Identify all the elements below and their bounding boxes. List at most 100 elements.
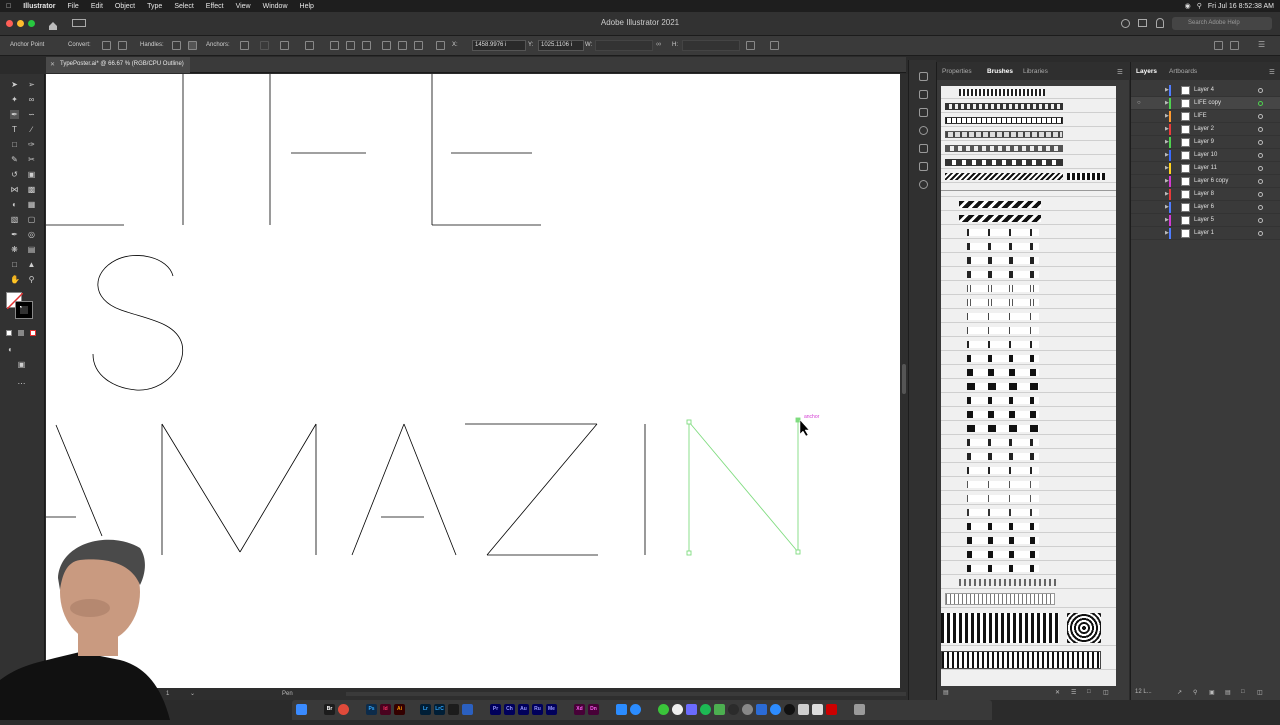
connect-anchor-icon[interactable] bbox=[260, 41, 269, 50]
photos-dock-icon[interactable] bbox=[672, 704, 683, 715]
show-handles-icon[interactable] bbox=[172, 41, 181, 50]
paintbrush-tool-icon[interactable]: ✑ bbox=[27, 140, 36, 149]
swatches-panel-icon[interactable] bbox=[919, 90, 928, 99]
menu-help[interactable]: Help bbox=[294, 3, 320, 10]
layer-row[interactable]: ▶ Layer 6 copy bbox=[1131, 175, 1280, 188]
brush-row[interactable] bbox=[941, 394, 1116, 407]
brush-row[interactable] bbox=[941, 226, 1116, 239]
trash-dock-icon[interactable] bbox=[854, 704, 865, 715]
finder-window-dock-icon[interactable] bbox=[812, 704, 823, 715]
finder-dock-icon[interactable] bbox=[296, 704, 307, 715]
layer-row[interactable]: ▶ Layer 9 bbox=[1131, 136, 1280, 149]
tab-libraries[interactable]: Libraries bbox=[1023, 68, 1048, 75]
app-store-dock-icon[interactable] bbox=[616, 704, 627, 715]
locate-object-icon[interactable]: ⚲ bbox=[1193, 689, 1197, 696]
brush-row[interactable] bbox=[941, 282, 1116, 295]
stroke-swatch[interactable] bbox=[15, 301, 33, 319]
menu-file[interactable]: File bbox=[62, 3, 85, 10]
brush-row[interactable] bbox=[941, 198, 1116, 211]
brush-libraries-icon[interactable]: ▤ bbox=[943, 689, 949, 696]
color-panel-icon[interactable] bbox=[919, 72, 928, 81]
layer-row[interactable]: ▶ LIFE bbox=[1131, 110, 1280, 123]
tab-properties[interactable]: Properties bbox=[942, 68, 972, 75]
selection-tool-icon[interactable]: ➤ bbox=[10, 80, 19, 89]
transform-icon[interactable] bbox=[436, 41, 445, 50]
spotify-dock-icon[interactable] bbox=[700, 704, 711, 715]
brush-row[interactable] bbox=[941, 408, 1116, 421]
layer-row[interactable]: ▶ Layer 4 bbox=[1131, 84, 1280, 97]
layer-row[interactable]: ▶ Layer 1 bbox=[1131, 227, 1280, 240]
rectangle-tool-icon[interactable]: □ bbox=[10, 140, 19, 149]
brush-row[interactable] bbox=[941, 212, 1116, 225]
layer-target-icon[interactable] bbox=[1258, 231, 1263, 236]
tab-brushes[interactable]: Brushes bbox=[987, 68, 1013, 75]
brush-row[interactable] bbox=[941, 240, 1116, 253]
delete-layer-icon[interactable]: ◫ bbox=[1257, 689, 1263, 696]
rotate-tool-icon[interactable]: ↺ bbox=[10, 170, 19, 179]
discover-icon[interactable] bbox=[1156, 18, 1164, 28]
symbol-sprayer-tool-icon[interactable]: ❋ bbox=[10, 245, 19, 254]
brush-row[interactable] bbox=[941, 366, 1116, 379]
chrome-dock-icon[interactable] bbox=[338, 704, 349, 715]
brush-library-list[interactable] bbox=[941, 86, 1116, 686]
symbols-panel-icon[interactable] bbox=[919, 180, 928, 189]
brush-row[interactable] bbox=[941, 114, 1116, 127]
layer-target-icon[interactable] bbox=[1258, 205, 1263, 210]
layer-target-icon[interactable] bbox=[1258, 218, 1263, 223]
appearance-panel-icon[interactable] bbox=[919, 162, 928, 171]
align-center-icon[interactable] bbox=[346, 41, 355, 50]
edit-toolbar-icon[interactable]: ⋯ bbox=[17, 379, 26, 388]
character-animator-dock-icon[interactable]: Ch bbox=[504, 704, 515, 715]
layer-row[interactable]: ▶ Layer 10 bbox=[1131, 149, 1280, 162]
keynote-dock-icon[interactable] bbox=[756, 704, 767, 715]
capture-dock-icon[interactable] bbox=[462, 704, 473, 715]
layers-panel-menu-icon[interactable]: ☰ bbox=[1269, 68, 1275, 76]
help-search-input[interactable]: Search Adobe Help bbox=[1172, 17, 1272, 30]
layer-name[interactable]: Layer 8 bbox=[1194, 191, 1214, 197]
brush-row[interactable] bbox=[941, 492, 1116, 505]
screenflow-dock-icon[interactable] bbox=[728, 704, 739, 715]
brush-row[interactable] bbox=[941, 548, 1116, 561]
hand-tool-icon[interactable]: ✋ bbox=[10, 275, 20, 284]
new-sublayer-icon[interactable]: ▤ bbox=[1225, 689, 1231, 696]
constrain-proportions-icon[interactable]: ∞ bbox=[656, 41, 665, 50]
layer-name[interactable]: Layer 11 bbox=[1194, 165, 1217, 171]
brush-row[interactable] bbox=[941, 610, 1116, 646]
layer-name[interactable]: Layer 4 bbox=[1194, 87, 1214, 93]
brush-row[interactable] bbox=[941, 170, 1116, 183]
brush-row[interactable] bbox=[941, 268, 1116, 281]
brushes-panel-menu-icon[interactable]: ☰ bbox=[1117, 68, 1123, 76]
brush-row[interactable] bbox=[941, 464, 1116, 477]
menu-window[interactable]: Window bbox=[257, 3, 294, 10]
layer-name[interactable]: Layer 9 bbox=[1194, 139, 1214, 145]
gradient-panel-icon[interactable] bbox=[919, 108, 928, 117]
transparency-panel-icon[interactable] bbox=[919, 144, 928, 153]
menu-app-name[interactable]: Illustrator bbox=[17, 3, 61, 10]
indesign-dock-icon[interactable]: Id bbox=[380, 704, 391, 715]
layer-row[interactable]: ▶ Layer 2 bbox=[1131, 123, 1280, 136]
panel-menu-icon[interactable]: ☰ bbox=[1258, 41, 1267, 50]
options-icon[interactable]: ☰ bbox=[1071, 689, 1076, 696]
gradient-mode-icon[interactable] bbox=[18, 330, 24, 336]
brush-row[interactable] bbox=[941, 296, 1116, 309]
tab-artboards[interactable]: Artboards bbox=[1169, 68, 1197, 75]
brush-row[interactable] bbox=[941, 128, 1116, 141]
direct-selection-tool-icon[interactable]: ➢ bbox=[27, 80, 36, 89]
brush-row[interactable] bbox=[941, 184, 1116, 197]
new-layer-icon[interactable]: □ bbox=[1241, 689, 1245, 695]
lightroom-dock-icon[interactable]: Lr bbox=[420, 704, 431, 715]
remove-brush-stroke-icon[interactable]: ✕ bbox=[1055, 689, 1060, 696]
slice-tool-icon[interactable]: ▲ bbox=[27, 260, 36, 269]
width-tool-icon[interactable]: ⋈ bbox=[10, 185, 19, 194]
panel-options-icon[interactable] bbox=[1214, 41, 1223, 50]
brush-row[interactable] bbox=[941, 142, 1116, 155]
close-tab-icon[interactable]: ✕ bbox=[50, 61, 55, 68]
brush-row[interactable] bbox=[941, 310, 1116, 323]
layer-target-icon[interactable] bbox=[1258, 140, 1263, 145]
collect-export-icon[interactable]: ↗ bbox=[1177, 689, 1182, 696]
blend-tool-icon[interactable]: ◎ bbox=[27, 230, 36, 239]
layer-row[interactable]: ▶ Layer 5 bbox=[1131, 214, 1280, 227]
layer-target-icon[interactable] bbox=[1258, 88, 1263, 93]
layer-name[interactable]: Layer 1 bbox=[1194, 230, 1214, 236]
pencil-tool-icon[interactable]: ✎ bbox=[10, 155, 19, 164]
